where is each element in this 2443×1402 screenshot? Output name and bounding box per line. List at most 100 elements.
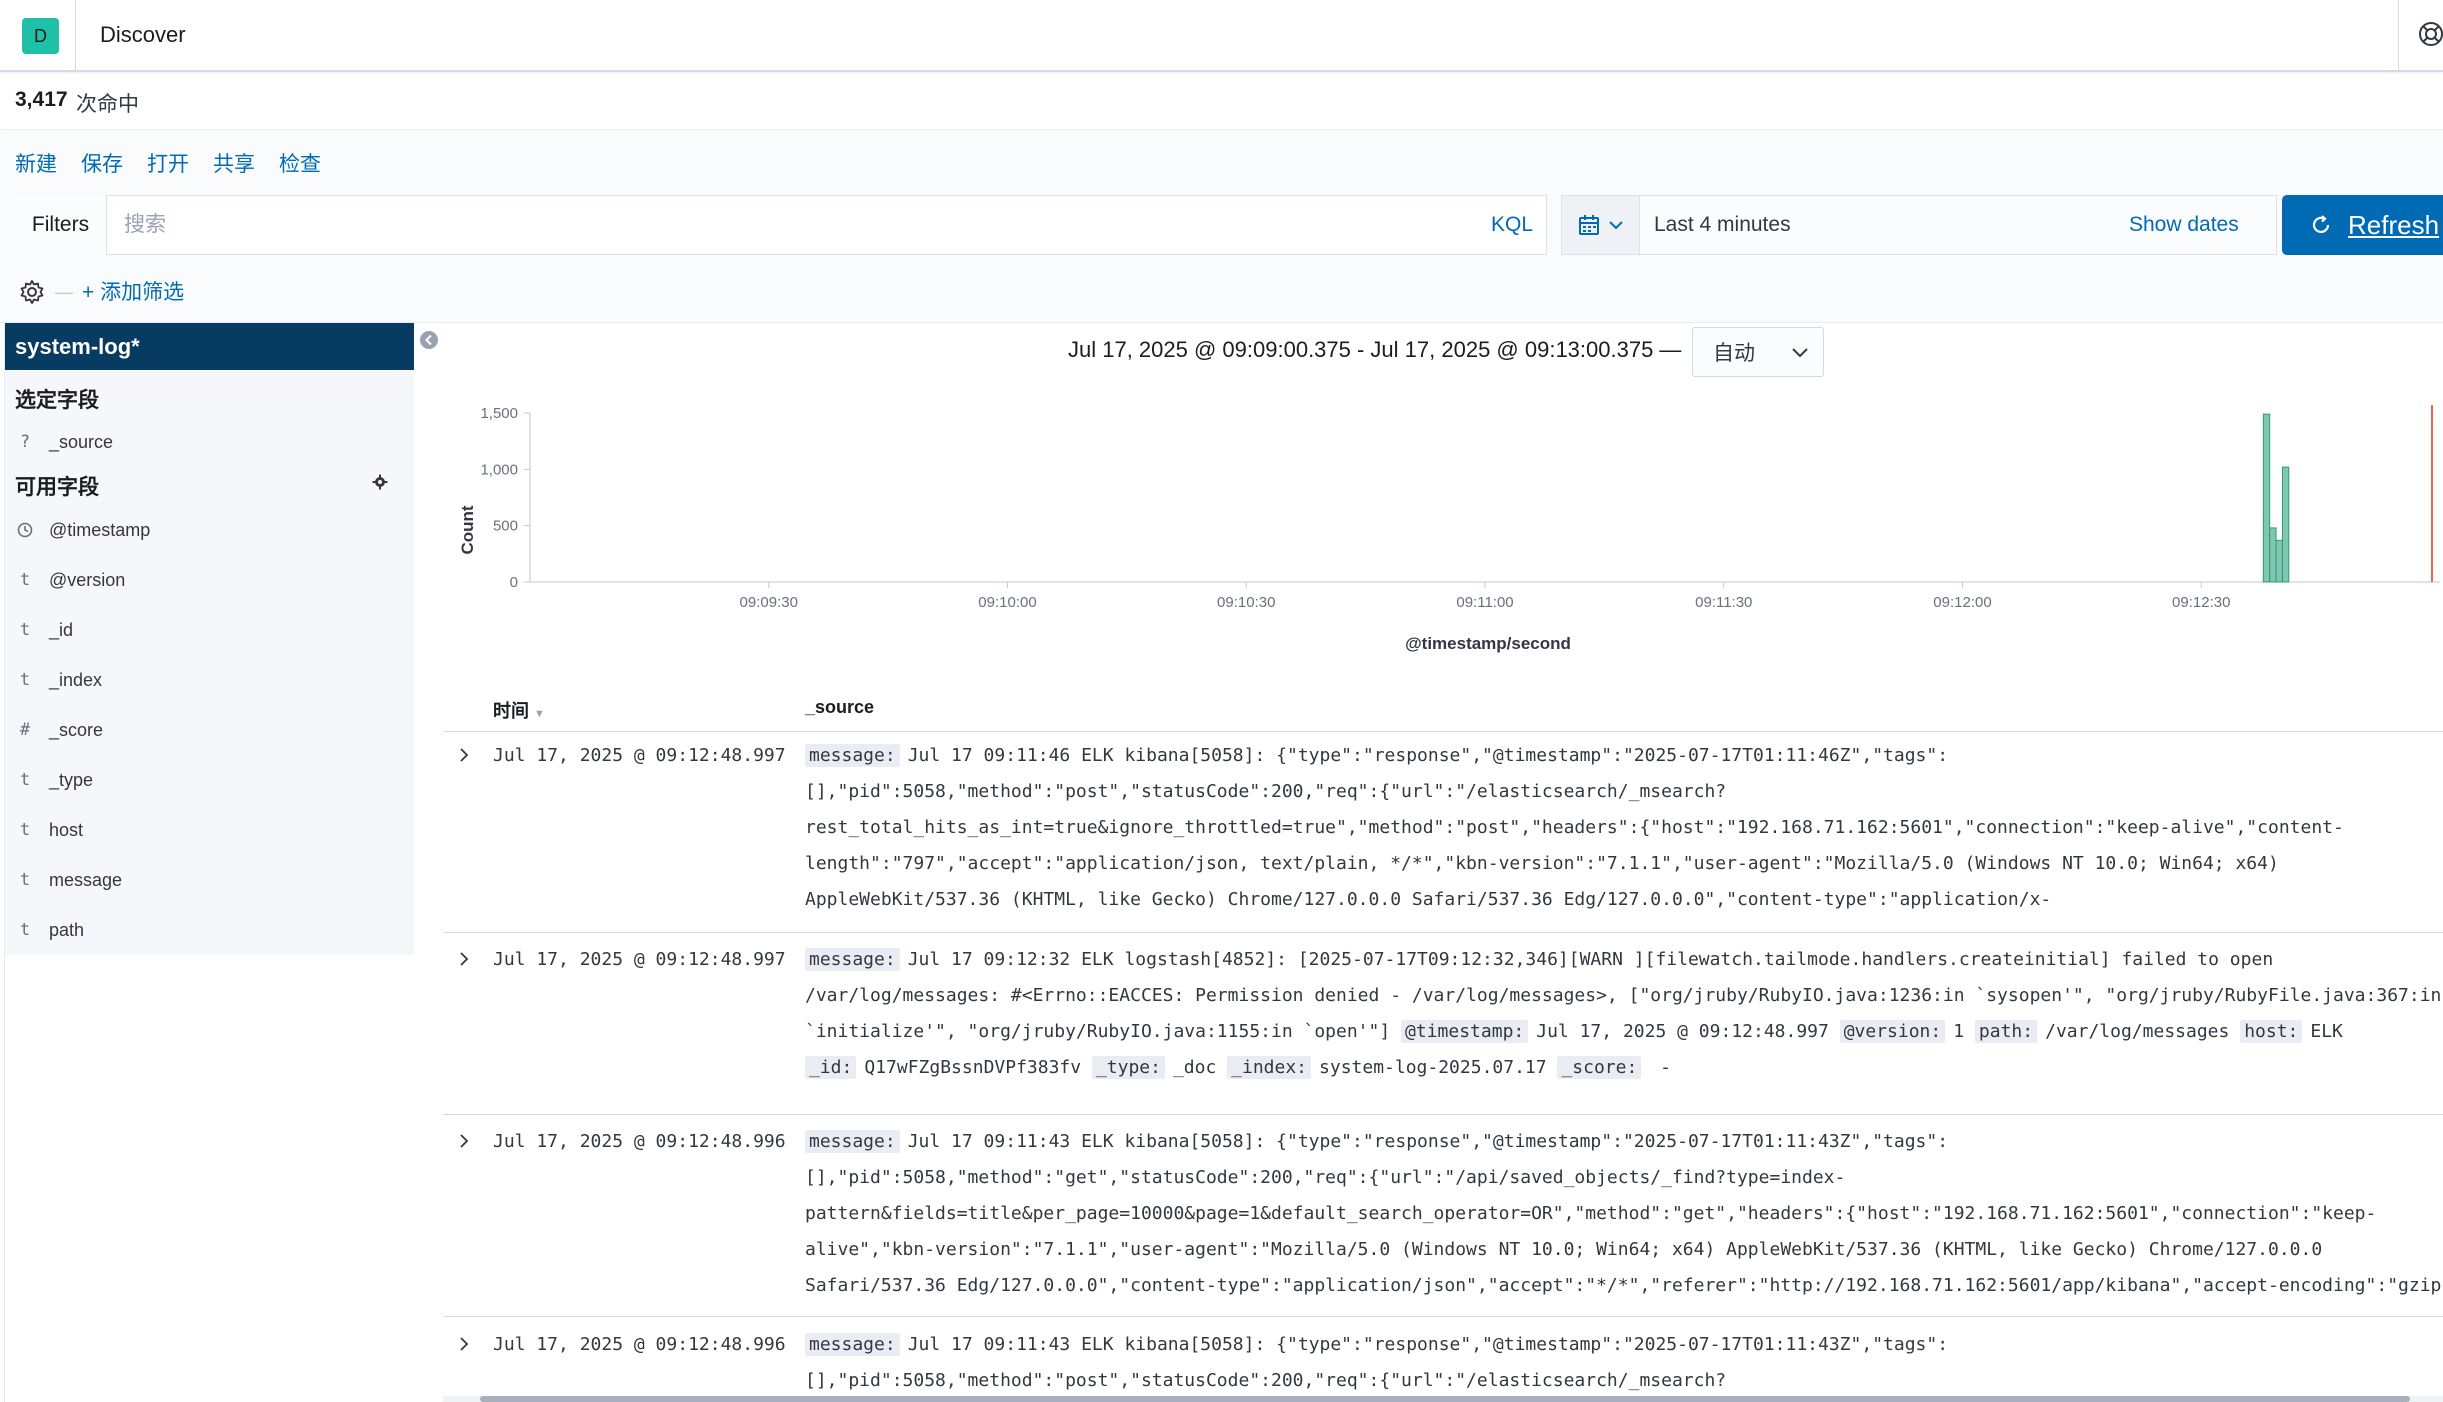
x-tick-label: 09:12:30: [2172, 594, 2230, 611]
chart-ticks: 0 500 1,000 1,500 09:09:30 09:10:00 09:10:30 09…: [480, 405, 2230, 611]
histogram-bar: [2262, 413, 2271, 583]
show-dates-button[interactable]: Show dates: [2129, 213, 2239, 237]
field-item-message[interactable]: t message: [15, 865, 122, 895]
field-key-badge: message:: [805, 948, 900, 971]
available-fields-title: 可用字段: [15, 476, 99, 499]
x-tick-label: 09:10:00: [978, 594, 1036, 611]
field-item-timestamp[interactable]: @timestamp: [15, 515, 150, 545]
field-value: [],"pid":5058,"method":"get","statusCode…: [805, 1167, 1846, 1188]
field-type-icon: ?: [19, 432, 31, 452]
field-item-index[interactable]: t _index: [15, 665, 102, 695]
field-key-badge: _index:: [1227, 1056, 1312, 1079]
row-timestamp: Jul 17, 2025 @ 09:12:48.996: [493, 1334, 786, 1355]
field-name: _id: [49, 619, 74, 640]
field-key-badge: message:: [805, 1333, 900, 1356]
table-header-divider: [443, 731, 2443, 732]
field-key-badge: host:: [2240, 1020, 2303, 1043]
filters-button[interactable]: Filters: [15, 195, 107, 255]
field-name: @version: [49, 569, 126, 590]
field-item-id[interactable]: t _id: [15, 615, 73, 645]
kql-toggle-button[interactable]: KQL: [1482, 195, 1542, 255]
field-type-icon: t: [19, 570, 31, 590]
calendar-icon: [1578, 215, 1599, 235]
page-title: Discover: [100, 22, 186, 47]
search-input[interactable]: [108, 196, 1468, 254]
field-name: @timestamp: [49, 519, 151, 540]
open-button[interactable]: 打开: [147, 148, 189, 178]
new-button[interactable]: 新建: [15, 148, 57, 178]
expand-row-chevron-icon[interactable]: [455, 1132, 473, 1150]
field-item-path[interactable]: t path: [15, 915, 84, 945]
y-tick-label: 1,000: [480, 461, 518, 478]
field-item-type[interactable]: t _type: [15, 765, 93, 795]
collapse-sidebar-icon[interactable]: [419, 330, 439, 350]
field-value: /var/log/messages: #<Errno::EACCES: Perm…: [805, 985, 2442, 1006]
refresh-button[interactable]: Refresh: [2282, 195, 2443, 255]
header-divider: [75, 0, 76, 72]
field-type-icon: t: [19, 820, 31, 840]
quick-select-button[interactable]: [1562, 196, 1640, 254]
source-line: alive","kbn-version":"7.1.1","user-agent…: [805, 1232, 2443, 1268]
field-item-version[interactable]: t @version: [15, 565, 125, 595]
field-value: alive","kbn-version":"7.1.1","user-agent…: [805, 1239, 2323, 1260]
field-item-host[interactable]: t host: [15, 815, 83, 845]
field-name: host: [49, 819, 84, 840]
field-value: length":"797","accept":"application/json…: [805, 853, 2279, 874]
add-filter-button[interactable]: + 添加筛选: [82, 276, 184, 306]
row-source: message: Jul 17 09:12:32 ELK logstash[485…: [805, 942, 2443, 1117]
field-type-icon: #: [19, 720, 31, 740]
field-key-badge: @timestamp:: [1401, 1020, 1529, 1043]
field-value: Q17wFZgBssnDVPf383fv: [864, 1057, 1092, 1078]
field-value: AppleWebKit/537.36 (KHTML, like Gecko) C…: [805, 889, 2052, 910]
app-header: [0, 0, 2443, 72]
field-item-score[interactable]: # _score: [15, 715, 103, 745]
x-axis-label: @timestamp/second: [1405, 634, 1571, 653]
index-pattern-selector[interactable]: system-log*: [5, 323, 414, 370]
y-tick-label: 0: [510, 574, 518, 591]
field-value: ELK: [2310, 1021, 2343, 1042]
field-settings-gear-icon[interactable]: [372, 474, 388, 490]
expand-row-chevron-icon[interactable]: [455, 746, 473, 764]
field-value: Jul 17 09:11:46 ELK kibana[5058]: {"type…: [907, 745, 1949, 766]
source-line: message: Jul 17 09:11:43 ELK kibana[5058]…: [805, 1124, 2443, 1160]
field-value: [],"pid":5058,"method":"post","statusCod…: [805, 781, 1727, 802]
horizontal-scrollbar-thumb[interactable]: [480, 1396, 2410, 1402]
field-key-badge: @version:: [1839, 1020, 1946, 1043]
field-name: _index: [49, 669, 103, 690]
source-line: length":"797","accept":"application/json…: [805, 846, 2443, 882]
date-range-display[interactable]: Last 4 minutes: [1654, 213, 1791, 237]
chevron-down-icon: [1792, 348, 1808, 358]
field-item-source[interactable]: ? _source: [15, 427, 113, 457]
expand-row-chevron-icon[interactable]: [455, 950, 473, 968]
source-line: message: Jul 17 09:12:32 ELK logstash[485…: [805, 942, 2443, 978]
y-tick-label: 1,500: [480, 405, 518, 422]
row-divider: [443, 1114, 2443, 1115]
column-header-source[interactable]: _source: [805, 697, 874, 718]
refresh-label: Refresh: [2348, 209, 2440, 240]
field-value: Safari/537.36 Edg/127.0.0.0","content-ty…: [805, 1275, 2443, 1296]
column-header-label: 时间: [493, 701, 529, 721]
field-type-icon: t: [19, 620, 31, 640]
y-tick-label: 500: [493, 518, 518, 535]
row-timestamp: Jul 17, 2025 @ 09:12:48.997: [493, 745, 786, 766]
expand-row-chevron-icon[interactable]: [455, 1335, 473, 1353]
hits-bar: [0, 74, 2443, 130]
source-line: message: Jul 17 09:11:46 ELK kibana[5058]…: [805, 738, 2443, 774]
field-key-badge: _id:: [805, 1056, 857, 1079]
share-button[interactable]: 共享: [213, 148, 255, 178]
inspect-button[interactable]: 检查: [279, 148, 321, 178]
source-line: AppleWebKit/537.36 (KHTML, like Gecko) C…: [805, 882, 2443, 913]
space-avatar[interactable]: D: [22, 18, 59, 54]
row-source: message: Jul 17 09:11:43 ELK kibana[5058]…: [805, 1124, 2443, 1299]
histogram-chart[interactable]: 0 500 1,000 1,500 09:09:30 09:10:00 09:10:30 09…: [440, 395, 2440, 665]
chart-bars: [2262, 405, 2433, 583]
column-header-time[interactable]: 时间 ▼: [493, 697, 545, 723]
x-tick-label: 09:11:30: [1695, 594, 1752, 611]
save-button[interactable]: 保存: [81, 148, 123, 178]
help-icon[interactable]: [2416, 19, 2443, 49]
source-line: _id: Q17wFZgBssnDVPf383fv _type: _doc _ind…: [805, 1050, 2443, 1086]
hits-count: 3,417: [15, 88, 68, 111]
field-value: rest_total_hits_as_int=true&ignore_throt…: [805, 817, 2344, 838]
gear-icon[interactable]: [18, 278, 46, 306]
x-tick-label: 09:11:00: [1456, 594, 1513, 611]
